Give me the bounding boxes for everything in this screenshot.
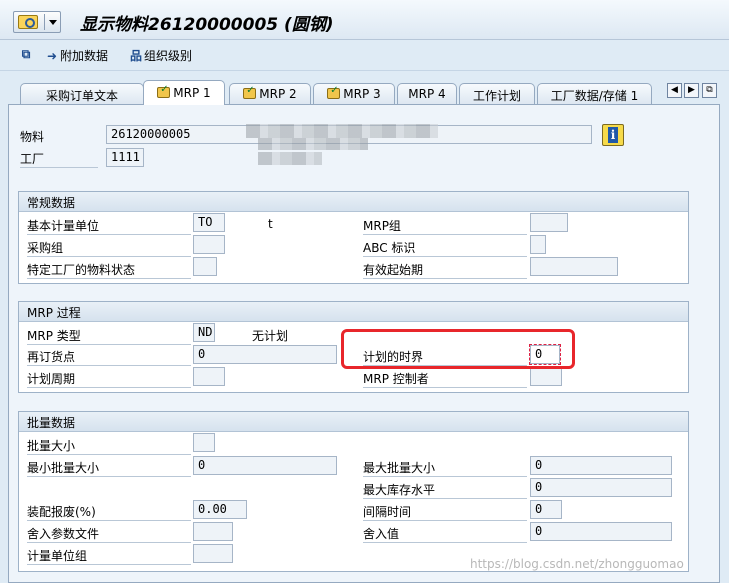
lot-size-label: 批量大小 [27,437,191,455]
org-levels-button[interactable]: 品组织级别 [128,47,192,65]
abc-indicator-label: ABC 标识 [363,239,527,257]
assembly-scrap-field[interactable]: 0.00 [193,500,247,519]
mrp-type-label: MRP 类型 [27,327,191,345]
takt-time-field[interactable]: 0 [530,500,562,519]
max-stock-level-label: 最大库存水平 [363,481,527,499]
tab-purchase-order-text[interactable]: 采购订单文本 [20,83,144,104]
material-label: 物料 [20,130,45,144]
checked-icon [243,85,257,99]
base-uom-text: t [268,217,273,231]
tab-mrp2[interactable]: MRP 2 [229,83,311,104]
min-lot-size-field[interactable]: 0 [193,456,337,475]
tab-mrp3[interactable]: MRP 3 [313,83,395,104]
tab-list-button[interactable]: ⧉ [702,83,717,98]
new-entries-button[interactable]: ⧉ [18,47,34,65]
planning-cycle-field[interactable] [193,367,225,386]
tab-mrp4[interactable]: MRP 4 [397,83,457,104]
title-bar: 显示物料26120000005 (圆钢) [0,0,729,40]
takt-time-label: 间隔时间 [363,503,527,521]
checked-icon [157,84,171,98]
redacted-description [258,152,322,165]
purchasing-group-label: 采购组 [27,239,191,257]
uom-group-field[interactable] [193,544,233,563]
mrp-group-field[interactable] [530,213,568,232]
assembly-scrap-label: 装配报废(%) [27,503,191,521]
watermark: https://blog.csdn.net/zhongguomao [470,557,684,571]
new-entries-icon: ⧉ [21,47,31,61]
mrp-type-field[interactable]: ND [193,323,215,342]
reorder-point-field[interactable]: 0 [193,345,337,364]
lot-size-field[interactable] [193,433,215,452]
purchasing-group-field[interactable] [193,235,225,254]
tab-list-icon: ⧉ [706,85,713,95]
tab-label: 采购订单文本 [45,89,118,103]
plant-field[interactable]: 1111 [106,148,144,167]
tab-scroll-left-button[interactable]: ◀ [667,83,682,98]
rounding-profile-field[interactable] [193,522,233,541]
tab-strip: 采购订单文本 MRP 1 MRP 2 MRP 3 MRP 4 工作计划 工厂数据… [0,80,729,105]
application-toolbar: ⧉ ➜ 附加数据 品组织级别 [0,41,729,71]
tab-label: 工厂数据/存储 1 [550,89,639,103]
display-icon [18,15,38,29]
tab-mrp1[interactable]: MRP 1 [143,80,225,105]
reorder-point-label: 再订货点 [27,348,191,366]
plant-material-status-label: 特定工厂的物料状态 [27,261,191,279]
planning-cycle-label: 计划周期 [27,370,191,388]
base-uom-label: 基本计量单位 [27,217,191,235]
tab-work-scheduling[interactable]: 工作计划 [459,83,535,104]
mrp-group-label: MRP组 [363,217,527,235]
group-title: 常规数据 [19,192,688,212]
tab-label: MRP 4 [408,87,446,101]
tab-scroll-right-button[interactable]: ▶ [684,83,699,98]
uom-group-label: 计量单位组 [27,547,191,565]
page-title: 显示物料26120000005 (圆钢) [80,15,334,35]
plant-material-status-field[interactable] [193,257,217,276]
rounding-profile-label: 舍入参数文件 [27,525,191,543]
rounding-value-field[interactable]: 0 [530,522,672,541]
mrp-type-text: 无计划 [252,329,289,343]
tab-label: MRP 2 [259,87,297,101]
arrow-right-icon: ➜ [46,49,58,63]
redacted-description [258,138,368,150]
min-lot-size-label: 最小批量大小 [27,459,191,477]
tab-label: MRP 3 [343,87,381,101]
redacted-description [246,124,438,138]
info-button[interactable]: i [602,124,624,146]
tab-label: 工作计划 [472,89,521,103]
tab-label: MRP 1 [173,86,211,100]
chevron-left-icon: ◀ [671,85,678,95]
valid-from-label: 有效起始期 [363,261,527,279]
org-hierarchy-icon: 品 [129,49,142,63]
abc-indicator-field[interactable] [530,235,546,254]
max-lot-size-field[interactable]: 0 [530,456,672,475]
max-stock-level-field[interactable]: 0 [530,478,672,497]
plant-label: 工厂 [20,150,98,168]
valid-from-field[interactable] [530,257,618,276]
system-menu-button[interactable] [13,11,61,33]
rounding-value-label: 舍入值 [363,525,527,543]
highlight-box [341,329,575,369]
additional-data-label: 附加数据 [60,49,109,63]
additional-data-button[interactable]: ➜ 附加数据 [44,47,108,65]
chevron-down-icon [44,14,57,30]
max-lot-size-label: 最大批量大小 [363,459,527,477]
group-title: 批量数据 [19,412,688,432]
info-icon: i [608,127,618,143]
mrp-controller-field[interactable] [530,367,562,386]
group-title: MRP 过程 [19,302,688,322]
tab-plant-data-storage1[interactable]: 工厂数据/存储 1 [537,83,652,104]
mrp-controller-label: MRP 控制者 [363,370,527,388]
chevron-right-icon: ▶ [688,85,695,95]
checked-icon [327,85,341,99]
org-levels-label: 组织级别 [144,49,193,63]
base-uom-field[interactable]: TO [193,213,225,232]
